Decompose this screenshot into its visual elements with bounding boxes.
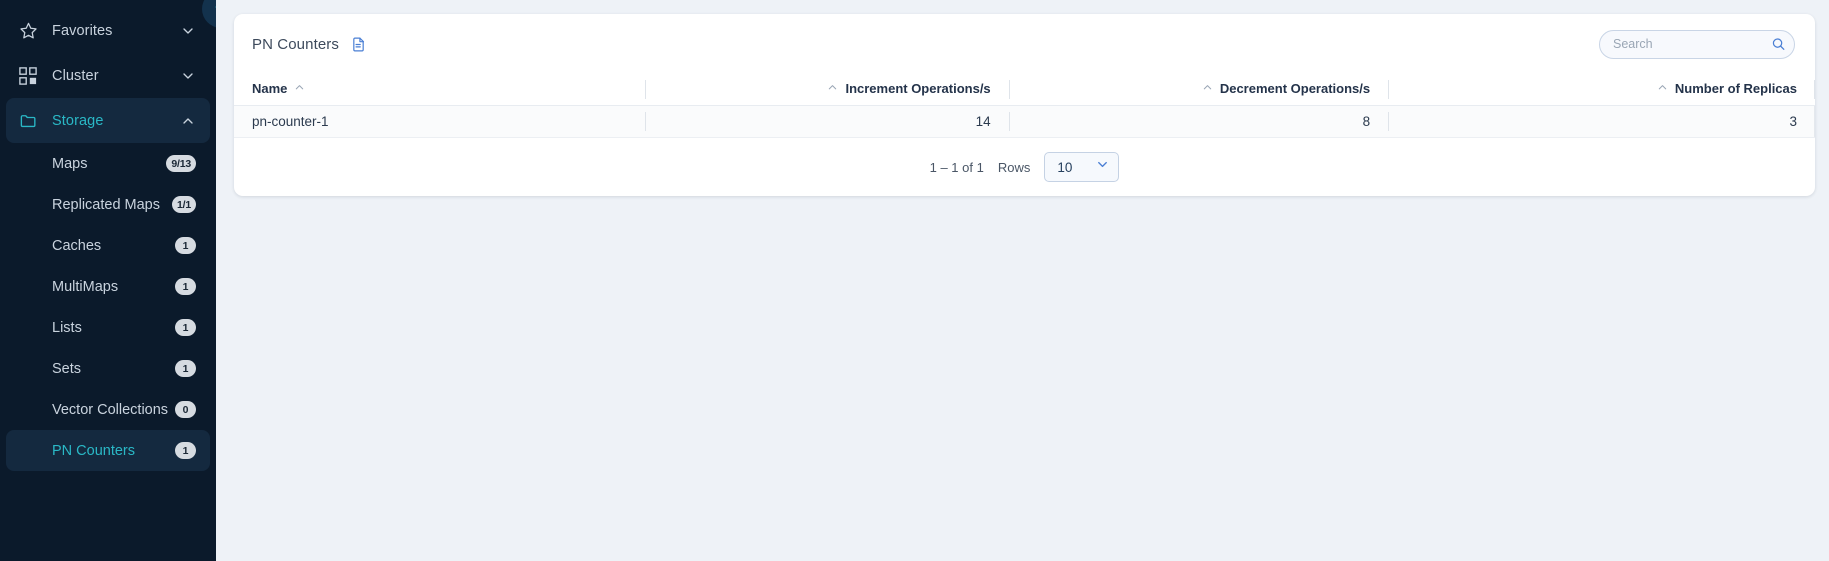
chevron-up-icon bbox=[180, 113, 196, 129]
search-input[interactable] bbox=[1599, 30, 1795, 59]
column-header-name[interactable]: Name bbox=[234, 74, 645, 106]
column-header-decrement-operations[interactable]: Decrement Operations/s bbox=[1009, 74, 1388, 106]
cell-number-of-replicas: 3 bbox=[1388, 106, 1815, 138]
sidebar-item-label: Sets bbox=[52, 361, 175, 377]
sidebar-item-label: MultiMaps bbox=[52, 279, 175, 295]
search-icon[interactable] bbox=[1771, 37, 1786, 52]
table-header-row: Name Increment Operati bbox=[234, 74, 1815, 106]
folder-icon bbox=[16, 109, 40, 133]
sidebar-item-label: Lists bbox=[52, 320, 175, 336]
status-badge: 1 bbox=[175, 319, 196, 336]
sidebar-item-label: Replicated Maps bbox=[52, 197, 172, 213]
table-body: pn-counter-1 14 8 3 bbox=[234, 106, 1815, 138]
cell-name: pn-counter-1 bbox=[234, 106, 645, 138]
rows-per-page-select[interactable]: 10 bbox=[1044, 152, 1119, 182]
status-badge: 1/1 bbox=[172, 196, 196, 213]
column-header-number-of-replicas[interactable]: Number of Replicas bbox=[1388, 74, 1815, 106]
sidebar-item-vector-collections[interactable]: Vector Collections 0 bbox=[6, 389, 210, 430]
sidebar-item-maps[interactable]: Maps 9/13 bbox=[6, 143, 210, 184]
column-label: Name bbox=[252, 81, 287, 96]
sidebar-group-label: Cluster bbox=[52, 68, 180, 84]
column-label: Number of Replicas bbox=[1675, 81, 1797, 96]
page-title: PN Counters bbox=[252, 36, 339, 53]
rows-per-page-label: Rows bbox=[998, 160, 1031, 175]
caret-up-icon bbox=[1202, 81, 1213, 96]
column-label: Decrement Operations/s bbox=[1220, 81, 1370, 96]
sidebar-item-label: Vector Collections bbox=[52, 402, 175, 418]
status-badge: 0 bbox=[175, 401, 196, 418]
app-root: Favorites Cluster bbox=[0, 0, 1829, 561]
table-head: Name Increment Operati bbox=[234, 74, 1815, 106]
grid-icon bbox=[16, 64, 40, 88]
sidebar-group-label: Storage bbox=[52, 113, 180, 129]
status-badge: 1 bbox=[175, 442, 196, 459]
sidebar-item-sets[interactable]: Sets 1 bbox=[6, 348, 210, 389]
star-icon bbox=[16, 19, 40, 43]
column-label: Increment Operations/s bbox=[845, 81, 990, 96]
sidebar-item-label: Maps bbox=[52, 156, 166, 172]
double-chevron-left-icon bbox=[212, 0, 216, 21]
card-header: PN Counters bbox=[234, 14, 1815, 74]
caret-up-icon bbox=[827, 81, 838, 96]
pagination-range: 1 – 1 of 1 bbox=[930, 160, 984, 175]
status-badge: 9/13 bbox=[166, 155, 196, 172]
sidebar-item-label: Caches bbox=[52, 238, 175, 254]
cell-increment-operations: 14 bbox=[645, 106, 1009, 138]
pagination: 1 – 1 of 1 Rows 10 bbox=[234, 138, 1815, 196]
sidebar-item-replicated-maps[interactable]: Replicated Maps 1/1 bbox=[6, 184, 210, 225]
status-badge: 1 bbox=[175, 360, 196, 377]
sidebar: Favorites Cluster bbox=[0, 0, 216, 561]
chevron-down-icon bbox=[180, 68, 196, 84]
sidebar-group-cluster[interactable]: Cluster bbox=[6, 53, 210, 98]
search-container bbox=[1599, 30, 1795, 59]
chevron-down-icon bbox=[1095, 157, 1110, 177]
sidebar-item-caches[interactable]: Caches 1 bbox=[6, 225, 210, 266]
pn-counters-table: Name Increment Operati bbox=[234, 74, 1815, 138]
status-badge: 1 bbox=[175, 278, 196, 295]
main-content: PN Counters bbox=[216, 0, 1829, 561]
document-icon[interactable] bbox=[350, 36, 367, 53]
column-header-increment-operations[interactable]: Increment Operations/s bbox=[645, 74, 1009, 106]
caret-up-icon bbox=[1657, 81, 1668, 96]
status-badge: 1 bbox=[175, 237, 196, 254]
sidebar-group-storage[interactable]: Storage bbox=[6, 98, 210, 143]
pn-counters-card: PN Counters bbox=[234, 14, 1815, 196]
rows-per-page-value: 10 bbox=[1057, 160, 1095, 175]
sidebar-item-lists[interactable]: Lists 1 bbox=[6, 307, 210, 348]
caret-up-icon bbox=[294, 81, 305, 96]
sidebar-item-multimaps[interactable]: MultiMaps 1 bbox=[6, 266, 210, 307]
chevron-down-icon bbox=[180, 23, 196, 39]
sidebar-group-favorites[interactable]: Favorites bbox=[6, 8, 210, 53]
sidebar-item-label: PN Counters bbox=[52, 443, 175, 459]
table-row[interactable]: pn-counter-1 14 8 3 bbox=[234, 106, 1815, 138]
cell-decrement-operations: 8 bbox=[1009, 106, 1388, 138]
sidebar-group-label: Favorites bbox=[52, 23, 180, 39]
sidebar-item-pn-counters[interactable]: PN Counters 1 bbox=[6, 430, 210, 471]
